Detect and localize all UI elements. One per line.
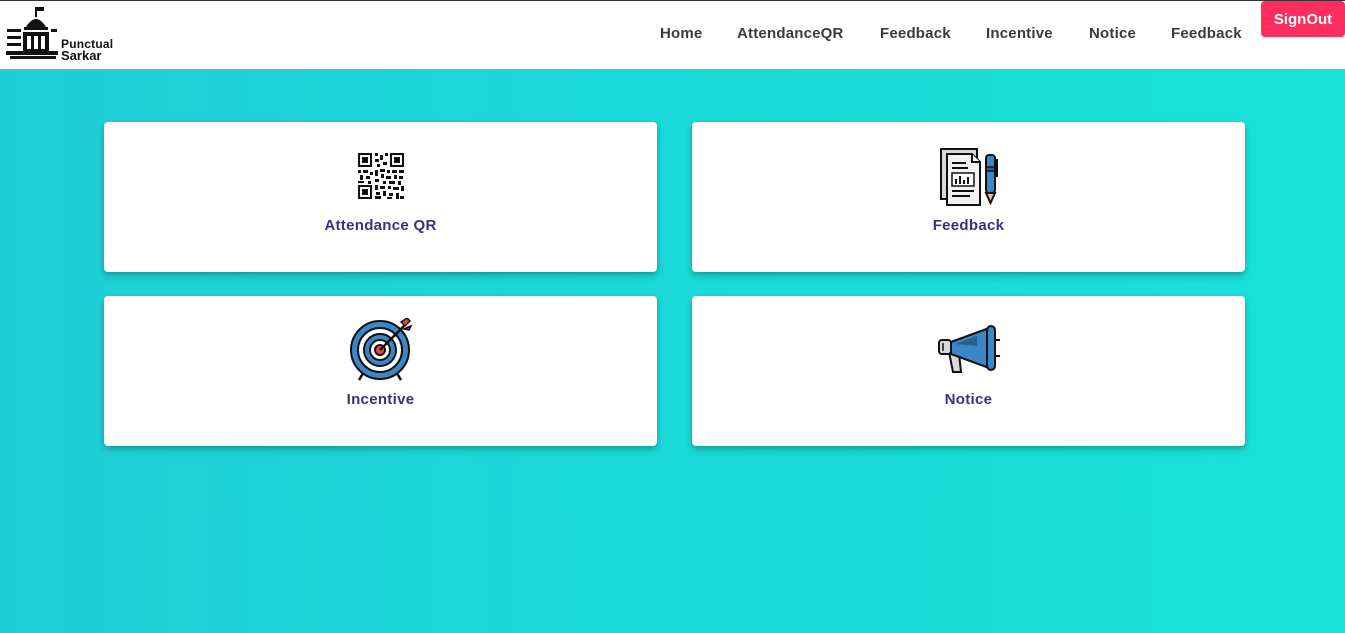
card-label-notice: Notice [944, 391, 993, 408]
nav-feedback[interactable]: Feedback [880, 25, 951, 42]
target-icon [349, 318, 413, 381]
qr-code-icon [357, 153, 404, 199]
card-label-attendance-qr: Attendance QR [324, 217, 437, 234]
brand-name-line2: Sarkar [61, 48, 102, 63]
megaphone-icon [937, 325, 1000, 373]
nav-attendanceqr[interactable]: AttendanceQR [737, 25, 844, 42]
signout-button[interactable]: SignOut [1261, 1, 1345, 37]
nav-incentive[interactable]: Incentive [986, 25, 1053, 42]
card-label-incentive: Incentive [346, 391, 415, 408]
card-notice[interactable]: Notice [692, 296, 1245, 446]
nav-menu: Home AttendanceQR Feedback Incentive Not… [0, 25, 1345, 47]
nav-notice[interactable]: Notice [1089, 25, 1136, 42]
navbar: Punctual Sarkar Home AttendanceQR Feedba… [0, 1, 1345, 69]
document-pen-icon [939, 148, 998, 206]
card-incentive[interactable]: Incentive [104, 296, 657, 446]
nav-home[interactable]: Home [660, 25, 702, 42]
card-attendance-qr[interactable]: Attendance QR [104, 122, 657, 272]
card-feedback[interactable]: Feedback [692, 122, 1245, 272]
card-label-feedback: Feedback [932, 217, 1005, 234]
nav-feedback-2[interactable]: Feedback [1171, 25, 1242, 42]
